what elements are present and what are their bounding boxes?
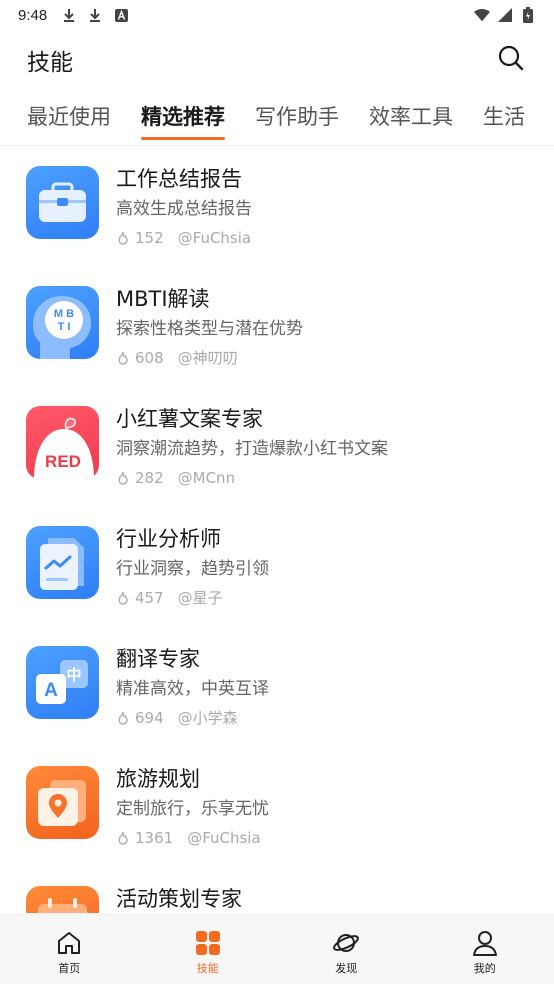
skill-item-travel-planning[interactable]: 旅游规划 定制旅行，乐享无忧 1361 @FuChsia [0, 746, 554, 866]
fire-icon [116, 351, 130, 365]
nav-skills[interactable]: 技能 [139, 913, 278, 984]
status-time: 9:48 [18, 6, 48, 24]
skill-desc: 行业洞察，趋势引领 [116, 559, 269, 579]
skill-title: 小红薯文案专家 [116, 407, 263, 431]
skill-item-event-planning[interactable]: 活动策划专家 [0, 866, 554, 913]
skill-item-translator[interactable]: 中 A 翻译专家 精准高效，中英互译 694 @小学森 [0, 626, 554, 746]
bottom-nav: 首页 技能 发现 我的 [0, 913, 554, 984]
skill-author: @小学森 [177, 709, 238, 727]
tab-writing[interactable]: 写作助手 [255, 96, 339, 140]
skill-title: 旅游规划 [116, 767, 200, 791]
skill-author: @星子 [177, 589, 223, 607]
a-text-icon [113, 7, 129, 23]
nav-profile[interactable]: 我的 [416, 913, 554, 984]
grid-icon [194, 929, 222, 957]
nav-label: 发现 [335, 962, 358, 975]
skill-desc: 高效生成总结报告 [116, 199, 252, 219]
map-pin-icon [26, 766, 99, 839]
nav-label: 我的 [473, 962, 496, 975]
skill-use-count: 694 [135, 709, 164, 727]
svg-text:RED: RED [45, 452, 81, 471]
fire-icon [116, 831, 130, 845]
skill-author: @MCnn [177, 469, 236, 487]
download-icon [61, 7, 77, 23]
skill-title: 工作总结报告 [116, 167, 242, 191]
category-tabs: 最近使用 精选推荐 写作助手 效率工具 生活 [0, 96, 554, 146]
app-header: 技能 [0, 36, 554, 84]
skill-use-count: 1361 [135, 829, 174, 847]
fire-icon [116, 471, 130, 485]
skill-use-count: 282 [135, 469, 164, 487]
svg-text:T I: T I [58, 321, 71, 333]
cellular-icon [497, 7, 513, 23]
skill-desc: 定制旅行，乐享无忧 [116, 799, 269, 819]
skill-title: 翻译专家 [116, 647, 200, 671]
skill-item-mbti[interactable]: M B T I MBTI解读 探索性格类型与潜在优势 608 @神叨叨 [0, 266, 554, 386]
nav-discover[interactable]: 发现 [277, 913, 416, 984]
skill-use-count: 608 [135, 349, 164, 367]
page-title: 技能 [27, 50, 73, 76]
skill-title: MBTI解读 [116, 287, 210, 311]
skill-use-count: 152 [135, 229, 164, 247]
skill-author: @FuChsia [177, 229, 252, 247]
home-icon [55, 929, 83, 957]
fire-icon [116, 231, 130, 245]
calendar-icon [26, 886, 99, 913]
skill-item-work-report[interactable]: 工作总结报告 高效生成总结报告 152 @FuChsia [0, 146, 554, 266]
wifi-icon [474, 7, 490, 23]
skill-item-industry-analyst[interactable]: 行业分析师 行业洞察，趋势引领 457 @星子 [0, 506, 554, 626]
skill-item-xiaohongshu[interactable]: RED 小红薯文案专家 洞察潮流趋势，打造爆款小红书文案 282 @MCnn [0, 386, 554, 506]
skill-title: 活动策划专家 [116, 887, 242, 911]
person-icon [471, 929, 499, 957]
battery-icon [520, 7, 536, 23]
translate-icon: 中 A [26, 646, 99, 719]
fire-icon [116, 591, 130, 605]
tab-recent[interactable]: 最近使用 [27, 96, 111, 140]
skill-author: @FuChsia [187, 829, 261, 847]
svg-text:A: A [44, 680, 58, 701]
skill-desc: 探索性格类型与潜在优势 [116, 319, 303, 339]
document-chart-icon [26, 526, 99, 599]
red-sweet-potato-icon: RED [26, 406, 99, 479]
head-mbti-icon: M B T I [26, 286, 99, 359]
tab-productivity[interactable]: 效率工具 [369, 96, 453, 140]
skill-author: @神叨叨 [177, 349, 238, 367]
nav-home[interactable]: 首页 [0, 913, 139, 984]
skill-desc: 洞察潮流趋势，打造爆款小红书文案 [116, 439, 388, 459]
nav-label: 首页 [58, 962, 81, 975]
status-bar: 9:48 [0, 0, 554, 30]
search-icon [497, 44, 525, 76]
svg-text:中: 中 [66, 666, 81, 684]
skill-use-count: 457 [135, 589, 164, 607]
skill-list: 工作总结报告 高效生成总结报告 152 @FuChsia M B T I MBT… [0, 146, 554, 913]
skill-desc: 精准高效，中英互译 [116, 679, 269, 699]
fire-icon [116, 711, 130, 725]
nav-label: 技能 [196, 962, 219, 975]
download-icon [87, 7, 103, 23]
svg-text:M B: M B [54, 308, 74, 320]
tab-featured[interactable]: 精选推荐 [141, 96, 225, 140]
search-button[interactable] [495, 44, 527, 76]
tab-life[interactable]: 生活 [483, 96, 525, 140]
planet-icon [332, 929, 360, 957]
skill-title: 行业分析师 [116, 527, 221, 551]
briefcase-icon [26, 166, 99, 239]
